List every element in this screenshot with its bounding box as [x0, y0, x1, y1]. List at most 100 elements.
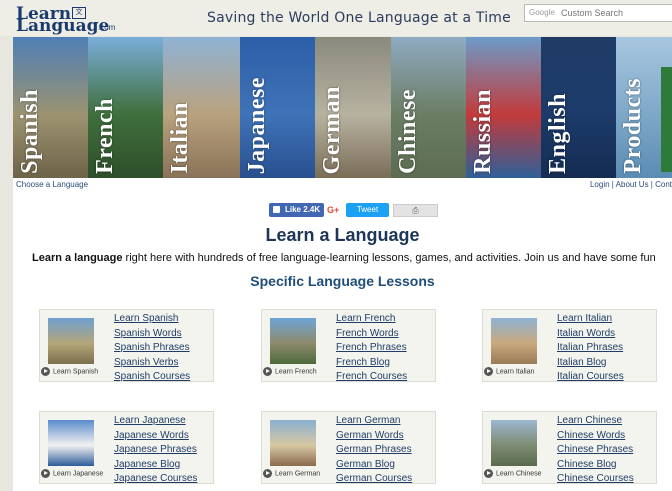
- lesson-link[interactable]: French Courses: [336, 371, 407, 382]
- language-photo: [270, 318, 316, 364]
- banner-panel-english[interactable]: English: [541, 37, 616, 178]
- lesson-link-item: Italian Phrases: [557, 341, 624, 356]
- intro-bold: Learn a language: [32, 252, 123, 264]
- language-photo: [491, 420, 537, 466]
- lesson-link-item: French Blog: [336, 356, 407, 371]
- banner-label-french: French: [92, 98, 118, 174]
- lesson-link[interactable]: Spanish Verbs: [114, 357, 179, 368]
- language-photo: [48, 420, 94, 466]
- lesson-link[interactable]: Italian Words: [557, 328, 615, 339]
- intro-rest: right here with hundreds of free languag…: [122, 252, 656, 264]
- language-thumbnail[interactable]: [487, 314, 539, 365]
- search-box[interactable]: Google: [524, 4, 672, 22]
- play-lesson-button[interactable]: Learn French: [263, 367, 336, 379]
- play-icon: [263, 367, 272, 376]
- google-brand: Google: [529, 8, 555, 17]
- lesson-link[interactable]: Spanish Phrases: [114, 342, 190, 353]
- lesson-link-item: Chinese Phrases: [557, 443, 634, 458]
- lesson-link-item: Spanish Courses: [114, 370, 190, 385]
- lesson-links: Learn German German Words German Phrases Ge…: [336, 414, 412, 487]
- play-label: Learn Chinese: [496, 470, 542, 478]
- lesson-link-item: Learn Japanese: [114, 414, 197, 429]
- banner-panel-spanish[interactable]: Spanish: [13, 37, 88, 178]
- lesson-link-item: Spanish Verbs: [114, 356, 190, 371]
- language-thumbnail[interactable]: [487, 416, 539, 467]
- play-lesson-button[interactable]: Learn Japanese: [41, 469, 114, 481]
- play-lesson-button[interactable]: Learn Chinese: [484, 469, 557, 481]
- choose-language-label[interactable]: Choose a Language: [16, 180, 88, 189]
- play-icon: [41, 469, 50, 478]
- banner-label-russian: Russian: [470, 89, 496, 174]
- lesson-link[interactable]: Chinese Phrases: [557, 444, 633, 455]
- banner-panel-german[interactable]: German: [315, 37, 391, 178]
- contact-link[interactable]: Cont: [655, 180, 672, 189]
- play-lesson-button[interactable]: Learn German: [263, 469, 336, 481]
- language-photo: [270, 420, 316, 466]
- lesson-link[interactable]: Italian Blog: [557, 357, 606, 368]
- lesson-link[interactable]: French Phrases: [336, 342, 407, 353]
- lesson-link[interactable]: German Words: [336, 430, 404, 441]
- lesson-link[interactable]: Italian Phrases: [557, 342, 623, 353]
- lesson-link[interactable]: Japanese Courses: [114, 473, 197, 484]
- lesson-link[interactable]: Japanese Phrases: [114, 444, 197, 455]
- lesson-link[interactable]: French Words: [336, 328, 399, 339]
- lesson-link-item: Spanish Words: [114, 327, 190, 342]
- site-logo[interactable]: Learn 文 Language .com: [14, 4, 124, 36]
- lesson-link[interactable]: French Blog: [336, 357, 390, 368]
- play-lesson-button[interactable]: Learn Italian: [484, 367, 557, 379]
- lesson-link[interactable]: Learn Chinese: [557, 415, 622, 426]
- lesson-link[interactable]: Learn German: [336, 415, 400, 426]
- lesson-link[interactable]: German Blog: [336, 459, 395, 470]
- lesson-link[interactable]: Learn Italian: [557, 313, 612, 324]
- lesson-links: Learn French French Words French Phrases Fr…: [336, 312, 407, 385]
- lesson-link[interactable]: Learn Spanish: [114, 313, 179, 324]
- lesson-link[interactable]: Chinese Courses: [557, 473, 634, 484]
- lesson-links: Learn Chinese Chinese Words Chinese Phrase…: [557, 414, 634, 487]
- play-lesson-button[interactable]: Learn Spanish: [41, 367, 114, 379]
- print-button[interactable]: ⎙: [393, 204, 438, 217]
- banner-panel-russian[interactable]: Russian: [466, 37, 541, 178]
- lesson-link-item: French Words: [336, 327, 407, 342]
- lesson-link[interactable]: German Courses: [336, 473, 412, 484]
- play-label: Learn Italian: [496, 368, 535, 376]
- language-card: Learn French Learn French French Words Fren…: [261, 309, 436, 382]
- language-thumbnail[interactable]: [266, 416, 318, 467]
- lesson-link-item: Learn German: [336, 414, 412, 429]
- lesson-link[interactable]: Learn French: [336, 313, 395, 324]
- banner-panel-french[interactable]: French: [88, 37, 163, 178]
- lesson-link-item: French Courses: [336, 370, 407, 385]
- play-icon: [484, 367, 493, 376]
- play-label: Learn Spanish: [53, 368, 99, 376]
- lesson-link[interactable]: German Phrases: [336, 444, 412, 455]
- banner-panel-japanese[interactable]: Japanese: [240, 37, 315, 178]
- lesson-link[interactable]: Learn Japanese: [114, 415, 186, 426]
- lesson-link-item: Chinese Courses: [557, 472, 634, 487]
- logo-line2: Language: [16, 16, 110, 36]
- lesson-link[interactable]: Italian Courses: [557, 371, 624, 382]
- language-photo: [491, 318, 537, 364]
- banner-label-english: English: [545, 93, 571, 174]
- lesson-link-item: Italian Blog: [557, 356, 624, 371]
- lesson-link-item: Japanese Phrases: [114, 443, 197, 458]
- tweet-button[interactable]: Tweet: [346, 203, 389, 217]
- lesson-link-item: German Words: [336, 429, 412, 444]
- language-thumbnail[interactable]: [266, 314, 318, 365]
- login-link[interactable]: Login: [590, 180, 610, 189]
- banner-label-chinese: Chinese: [395, 89, 421, 174]
- lesson-link[interactable]: Chinese Words: [557, 430, 625, 441]
- lesson-link-item: Chinese Words: [557, 429, 634, 444]
- lesson-link[interactable]: Spanish Words: [114, 328, 182, 339]
- language-thumbnail[interactable]: [44, 314, 96, 365]
- google-plus-button[interactable]: G+: [327, 205, 339, 215]
- lesson-link[interactable]: Japanese Blog: [114, 459, 180, 470]
- search-input[interactable]: [561, 6, 671, 20]
- language-thumbnail[interactable]: [44, 416, 96, 467]
- banner-panel-italian[interactable]: Italian: [163, 37, 240, 178]
- about-link[interactable]: About Us: [616, 180, 649, 189]
- facebook-like-button[interactable]: Like 2.4K: [269, 203, 324, 217]
- lesson-link[interactable]: Spanish Courses: [114, 371, 190, 382]
- lesson-link[interactable]: Chinese Blog: [557, 459, 616, 470]
- banner-panel-chinese[interactable]: Chinese: [391, 37, 466, 178]
- lesson-link[interactable]: Japanese Words: [114, 430, 189, 441]
- account-links: Login | About Us | Cont: [589, 180, 672, 189]
